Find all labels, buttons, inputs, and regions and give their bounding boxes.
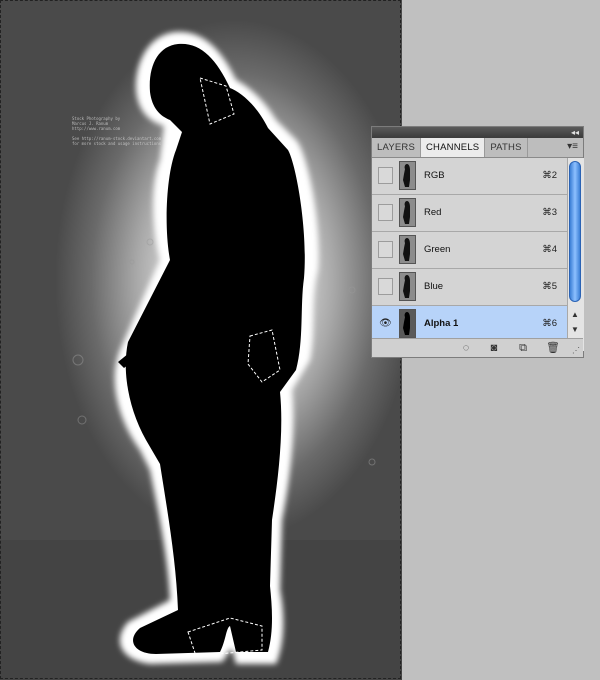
load-selection-icon[interactable]: ◌: [460, 342, 472, 354]
channel-name: Green: [424, 244, 451, 255]
channel-row-rgb[interactable]: RGB ⌘2: [372, 158, 567, 195]
scroll-up-icon[interactable]: ▲: [571, 310, 579, 320]
channels-panel: ◂◂ LAYERS CHANNELS PATHS ▾≡ RGB ⌘2 Red ⌘…: [371, 126, 584, 358]
tab-channels[interactable]: CHANNELS: [421, 138, 486, 157]
eye-icon[interactable]: 👁: [378, 315, 393, 332]
panel-menu-icon[interactable]: ▾≡: [567, 142, 578, 152]
panel-scrollbar[interactable]: ▲ ▼: [567, 158, 584, 351]
channel-thumbnail: [399, 272, 416, 301]
channel-row-blue[interactable]: Blue ⌘5: [372, 269, 567, 306]
channel-row-red[interactable]: Red ⌘3: [372, 195, 567, 232]
tab-paths[interactable]: PATHS: [485, 138, 528, 157]
visibility-toggle[interactable]: [378, 204, 393, 221]
save-selection-icon[interactable]: ◙: [488, 342, 500, 354]
panel-titlebar[interactable]: ◂◂: [372, 127, 583, 138]
watermark-text: Stock Photography by Marcus J. Ranum htt…: [72, 116, 162, 146]
channel-shortcut: ⌘5: [542, 281, 557, 292]
channel-name: Alpha 1: [424, 318, 459, 329]
channel-thumbnail: [399, 198, 416, 227]
visibility-toggle[interactable]: [378, 241, 393, 258]
visibility-toggle[interactable]: [378, 278, 393, 295]
new-channel-icon[interactable]: ⧉: [517, 342, 529, 354]
channel-thumbnail: [399, 235, 416, 264]
scroll-down-icon[interactable]: ▼: [571, 325, 579, 335]
document-canvas[interactable]: Stock Photography by Marcus J. Ranum htt…: [0, 0, 402, 680]
channel-thumbnail: [399, 161, 416, 190]
channel-shortcut: ⌘4: [542, 244, 557, 255]
resize-grip-icon[interactable]: ⋰: [572, 347, 580, 355]
channel-shortcut: ⌘3: [542, 207, 557, 218]
tab-layers[interactable]: LAYERS: [372, 138, 421, 157]
channel-name: RGB: [424, 170, 445, 181]
channel-list: RGB ⌘2 Red ⌘3 Green ⌘4 Blue ⌘5 👁 Alpha 1…: [372, 158, 567, 343]
silhouette-artwork: [0, 31, 402, 680]
channel-name: Red: [424, 207, 442, 218]
panel-tabs: LAYERS CHANNELS PATHS ▾≡: [372, 138, 583, 158]
channel-shortcut: ⌘6: [542, 318, 557, 329]
channel-thumbnail: [399, 309, 416, 338]
visibility-toggle[interactable]: [378, 167, 393, 184]
channel-shortcut: ⌘2: [542, 170, 557, 181]
channel-row-green[interactable]: Green ⌘4: [372, 232, 567, 269]
channel-name: Blue: [424, 281, 444, 292]
collapse-icon[interactable]: ◂◂: [571, 127, 579, 138]
scrollbar-thumb[interactable]: [569, 161, 581, 302]
trash-icon[interactable]: 🗑: [546, 342, 560, 354]
panel-footer: ◌ ◙ ⧉ 🗑 ⋰: [372, 338, 583, 357]
